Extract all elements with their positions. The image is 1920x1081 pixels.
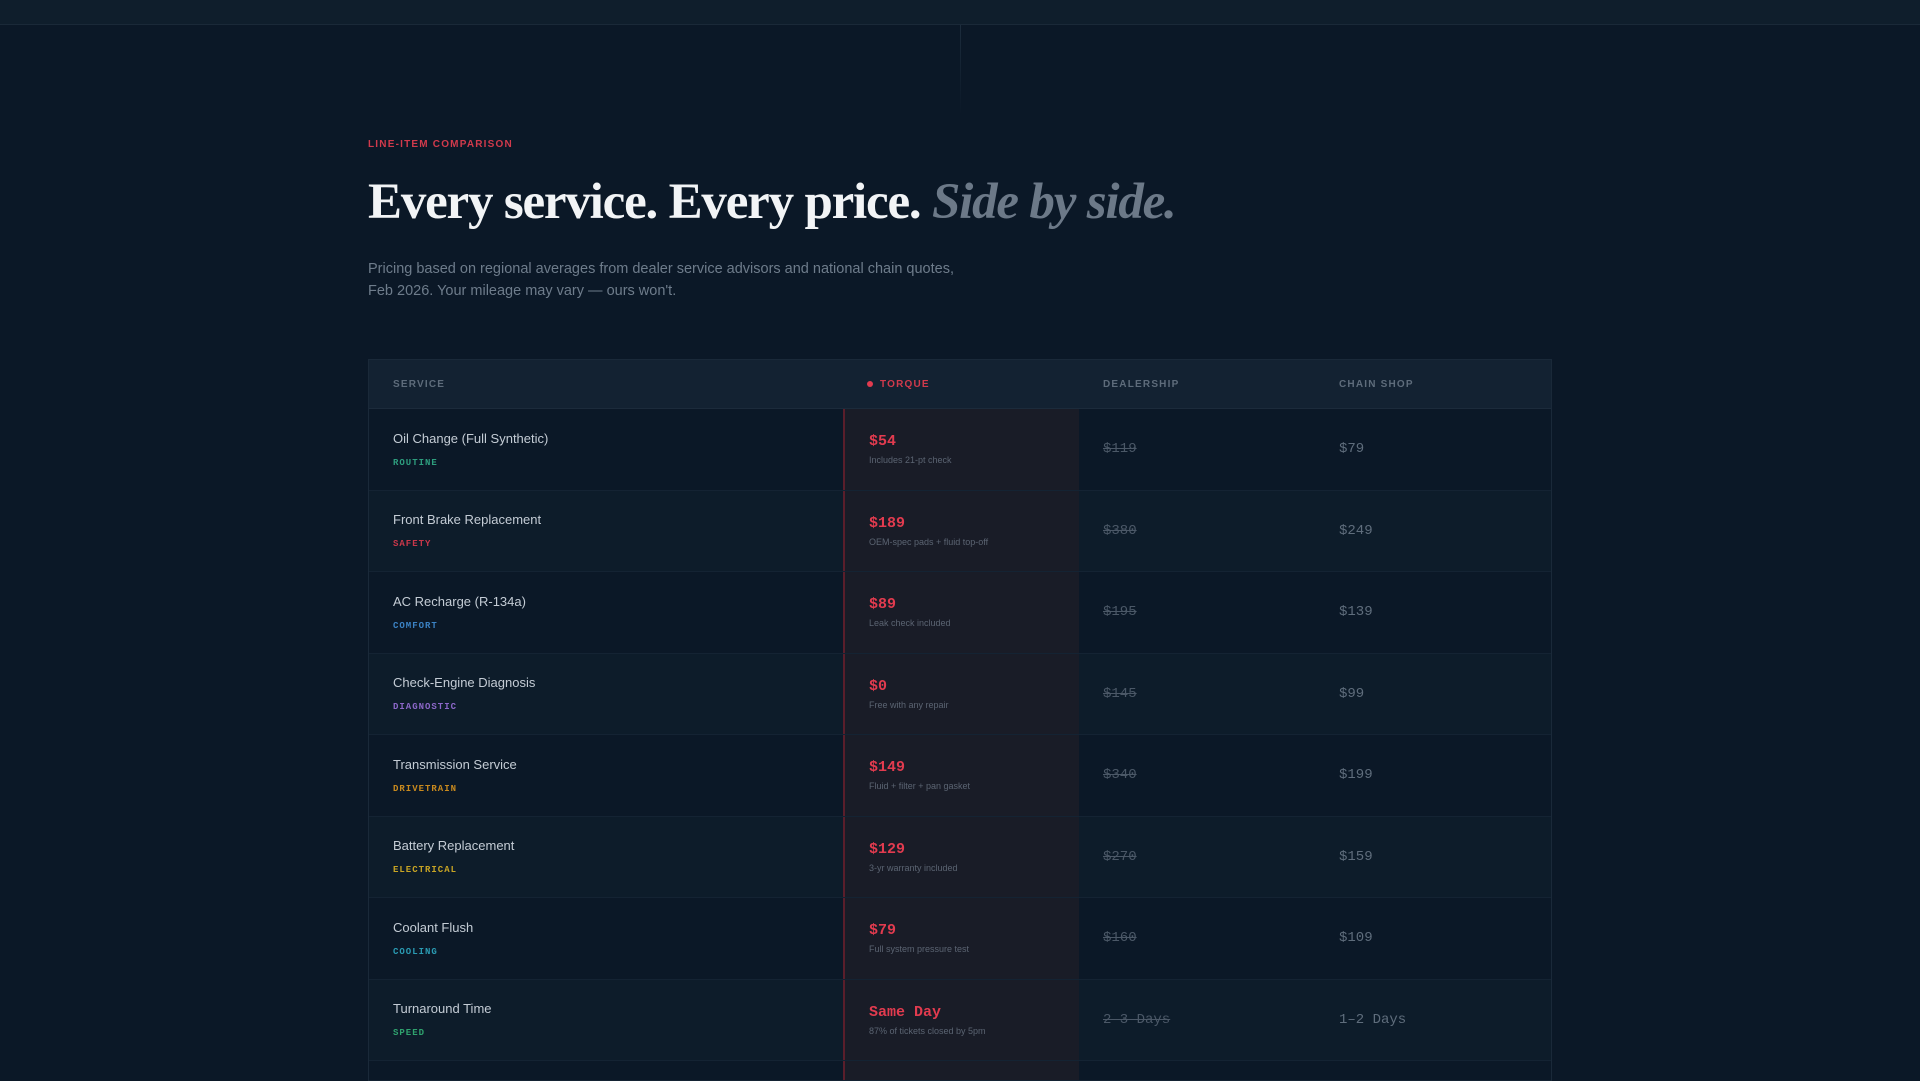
category-tag: COMFORT bbox=[393, 620, 438, 631]
category-tag: SPEED bbox=[393, 1028, 426, 1039]
service-cell: Oil Change (Full Synthetic) ROUTINE bbox=[369, 409, 843, 490]
chain-shop-price: $139 bbox=[1339, 604, 1373, 621]
torque-cell: $79 Full system pressure test bbox=[843, 898, 1079, 979]
title-accent: Side by side. bbox=[932, 174, 1177, 230]
category-tag: DIAGNOSTIC bbox=[393, 702, 458, 713]
column-header-service: SERVICE bbox=[393, 378, 446, 390]
service-cell: Coolant Flush COOLING bbox=[369, 898, 843, 979]
page-title: Every service. Every price. Side by side… bbox=[368, 172, 1177, 232]
torque-price: Same Day bbox=[869, 1003, 942, 1021]
service-name: Coolant Flush bbox=[393, 919, 474, 935]
torque-note: 3-yr warranty included bbox=[869, 862, 958, 873]
comparison-table: SERVICE TORQUE DEALERSHIP CHAIN SHOP Oil… bbox=[368, 359, 1552, 1081]
torque-cell: $54 Includes 21-pt check bbox=[843, 409, 1079, 490]
service-cell: AC Recharge (R-134a) COMFORT bbox=[369, 572, 843, 653]
dealership-price: 2–3 Days bbox=[1103, 1011, 1171, 1028]
dealership-price: $340 bbox=[1103, 767, 1137, 784]
table-row: Battery Replacement ELECTRICAL $129 3-yr wa… bbox=[369, 816, 1551, 898]
torque-cell: $149 Fluid + filter + pan gasket bbox=[843, 735, 1079, 816]
torque-price: $0 bbox=[869, 677, 888, 695]
torque-price: $79 bbox=[869, 922, 897, 940]
torque-price: $54 bbox=[869, 433, 897, 451]
section-eyebrow: LINE-ITEM COMPARISON bbox=[368, 139, 513, 150]
title-main: Every service. Every price. bbox=[368, 174, 922, 230]
column-header-chain-shop: CHAIN SHOP bbox=[1339, 378, 1414, 390]
column-header-dealership: DEALERSHIP bbox=[1103, 378, 1180, 390]
service-cell: Check-Engine Diagnosis DIAGNOSTIC bbox=[369, 654, 843, 735]
table-row: Turnaround Time SPEED Same Day 87% of ticke… bbox=[369, 979, 1551, 1061]
torque-cell: $89 Leak check included bbox=[843, 572, 1079, 653]
torque-price: $189 bbox=[869, 514, 906, 532]
torque-cell bbox=[843, 1061, 1079, 1080]
table-row: Oil Change (Full Synthetic) ROUTINE $54 Inc… bbox=[369, 409, 1551, 491]
top-bar bbox=[0, 0, 1920, 25]
category-tag: SAFETY bbox=[393, 539, 432, 550]
service-name: AC Recharge (R-134a) bbox=[393, 593, 526, 609]
category-tag: ELECTRICAL bbox=[393, 865, 458, 876]
center-divider bbox=[960, 25, 961, 115]
dealership-price: $145 bbox=[1103, 685, 1137, 702]
service-name: Oil Change (Full Synthetic) bbox=[393, 430, 549, 446]
torque-note: Fluid + filter + pan gasket bbox=[869, 781, 971, 792]
service-name: Transmission Service bbox=[393, 756, 517, 772]
service-name: Turnaround Time bbox=[393, 1001, 492, 1017]
chain-shop-price: $109 bbox=[1339, 930, 1373, 947]
service-cell: Front Brake Replacement SAFETY bbox=[369, 491, 843, 572]
table-row: AC Recharge (R-134a) COMFORT $89 Leak check… bbox=[369, 572, 1551, 654]
service-name: Front Brake Replacement bbox=[393, 512, 542, 528]
chain-shop-price: $249 bbox=[1339, 522, 1373, 539]
section-subtitle: Pricing based on regional averages from … bbox=[368, 258, 968, 302]
torque-cell: $189 OEM-spec pads + fluid top-off bbox=[843, 490, 1079, 571]
service-name: Check-Engine Diagnosis bbox=[393, 675, 536, 691]
dealership-price: $380 bbox=[1103, 522, 1137, 539]
torque-dot-icon bbox=[867, 381, 873, 387]
table-row: Transmission Service DRIVETRAIN $149 Fluid … bbox=[369, 735, 1551, 817]
torque-cell: Same Day 87% of tickets closed by 5pm bbox=[843, 979, 1079, 1060]
dealership-price: $160 bbox=[1103, 930, 1137, 947]
category-tag: DRIVETRAIN bbox=[393, 783, 458, 794]
service-cell bbox=[369, 1061, 843, 1080]
service-cell: Transmission Service DRIVETRAIN bbox=[369, 735, 843, 816]
torque-note: 87% of tickets closed by 5pm bbox=[869, 1025, 986, 1036]
torque-note: Includes 21-pt check bbox=[869, 455, 952, 466]
torque-price: $129 bbox=[869, 840, 906, 858]
category-tag: ROUTINE bbox=[393, 457, 438, 468]
torque-note: OEM-spec pads + fluid top-off bbox=[869, 536, 989, 547]
chain-shop-price: $99 bbox=[1339, 685, 1365, 702]
chain-shop-price: $159 bbox=[1339, 848, 1373, 865]
subtitle-line-2: Feb 2026. Your mileage may vary — ours w… bbox=[368, 283, 677, 299]
service-cell: Battery Replacement ELECTRICAL bbox=[369, 817, 843, 898]
torque-note: Full system pressure test bbox=[869, 944, 970, 955]
dealership-price: $195 bbox=[1103, 604, 1137, 621]
subtitle-line-1: Pricing based on regional averages from … bbox=[368, 261, 954, 277]
table-row: Coolant Flush COOLING $79 Full system press… bbox=[369, 898, 1551, 980]
column-header-torque: TORQUE bbox=[843, 379, 1079, 390]
column-header-torque-label: TORQUE bbox=[880, 378, 930, 390]
torque-note: Leak check included bbox=[869, 618, 951, 629]
torque-price: $89 bbox=[869, 596, 897, 614]
table-row-partial bbox=[369, 1061, 1551, 1081]
chain-shop-price: $199 bbox=[1339, 767, 1373, 784]
table-row: Check-Engine Diagnosis DIAGNOSTIC $0 Free w… bbox=[369, 653, 1551, 735]
torque-note: Free with any repair bbox=[869, 699, 949, 710]
table-row: Front Brake Replacement SAFETY $189 OEM-spe… bbox=[369, 490, 1551, 572]
torque-cell: $129 3-yr warranty included bbox=[843, 816, 1079, 897]
table-header: SERVICE TORQUE DEALERSHIP CHAIN SHOP bbox=[369, 360, 1551, 409]
dealership-price: $119 bbox=[1103, 441, 1137, 458]
torque-price: $149 bbox=[869, 759, 906, 777]
table-body: Oil Change (Full Synthetic) ROUTINE $54 Inc… bbox=[369, 409, 1551, 1081]
service-name: Battery Replacement bbox=[393, 838, 515, 854]
chain-shop-price: 1–2 Days bbox=[1339, 1011, 1407, 1028]
torque-cell: $0 Free with any repair bbox=[843, 653, 1079, 734]
dealership-price: $270 bbox=[1103, 848, 1137, 865]
category-tag: COOLING bbox=[393, 946, 438, 957]
chain-shop-price: $79 bbox=[1339, 441, 1365, 458]
service-cell: Turnaround Time SPEED bbox=[369, 980, 843, 1061]
